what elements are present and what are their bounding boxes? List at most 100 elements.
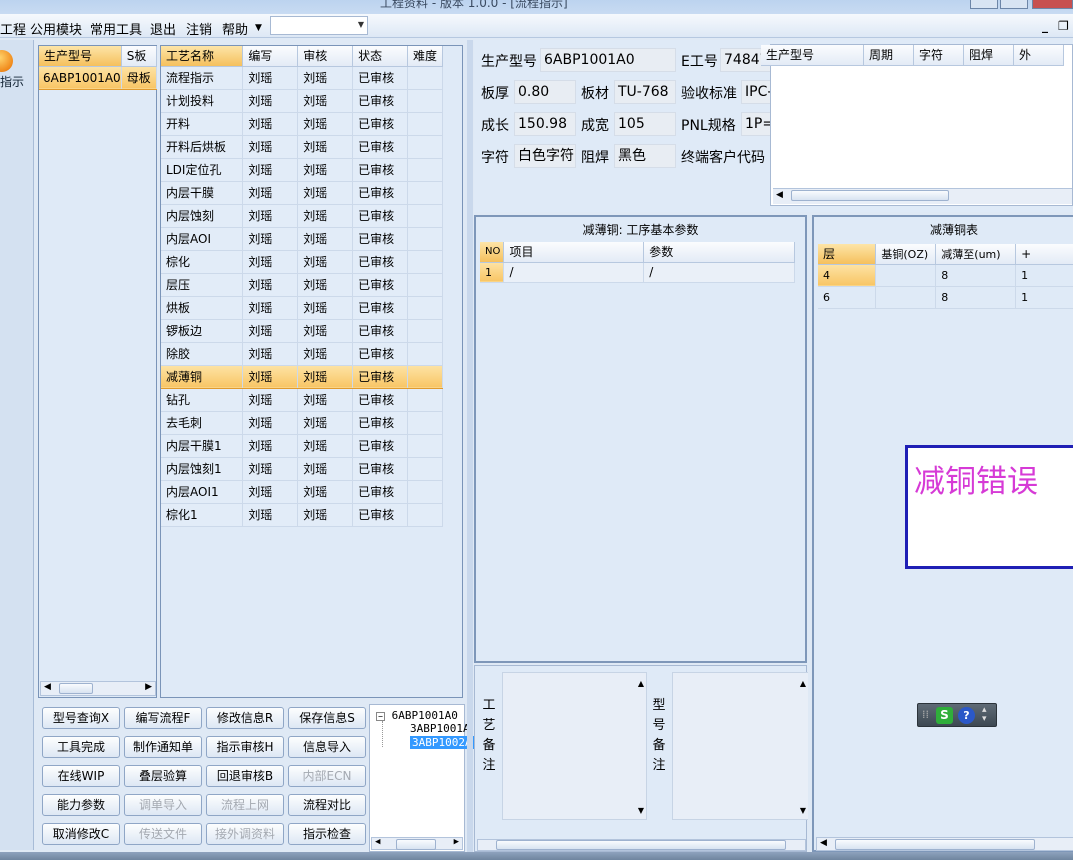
tree-root[interactable]: − 6ABP1001A0: [376, 709, 458, 722]
action-button[interactable]: 调单导入: [124, 794, 202, 816]
col-reviewer[interactable]: 审核: [297, 46, 354, 67]
process-cell-status[interactable]: 已审核: [352, 434, 409, 458]
process-row[interactable]: 内层AOI 刘瑶 刘瑶 已审核: [161, 227, 443, 251]
col-status[interactable]: 状态: [352, 46, 409, 67]
mdi-restore-icon[interactable]: ❐: [1058, 19, 1069, 33]
menu-help[interactable]: 帮助: [222, 19, 248, 38]
rg-scroll-thumb[interactable]: [791, 190, 949, 201]
process-cell-difficulty[interactable]: [407, 342, 443, 366]
mdi-minimize-icon[interactable]: _: [1042, 19, 1048, 33]
process-cell-difficulty[interactable]: [407, 112, 443, 136]
params-row[interactable]: 1 / /: [480, 262, 795, 283]
process-cell-difficulty[interactable]: [407, 388, 443, 412]
process-cell-status[interactable]: 已审核: [352, 319, 409, 343]
help-dropdown-arrow-icon[interactable]: ▼: [255, 23, 262, 33]
process-row[interactable]: 锣板边 刘瑶 刘瑶 已审核: [161, 319, 443, 343]
process-cell-writer[interactable]: 刘瑶: [242, 480, 299, 504]
action-button[interactable]: 信息导入: [288, 736, 366, 758]
tree-hscroll[interactable]: ◀ ▶: [371, 837, 463, 850]
action-button[interactable]: 修改信息R: [206, 707, 284, 729]
rg-col-cycle[interactable]: 周期: [863, 45, 914, 66]
process-row[interactable]: 减薄铜 刘瑶 刘瑶 已审核: [161, 364, 443, 389]
process-cell-process-name[interactable]: 内层AOI: [161, 227, 244, 251]
process-cell-process-name[interactable]: 除胶: [161, 342, 244, 366]
process-cell-process-name[interactable]: 棕化1: [161, 503, 244, 527]
model-memo-field[interactable]: ▲ ▼: [672, 672, 808, 820]
process-cell-writer[interactable]: 刘瑶: [242, 503, 299, 527]
col-writer[interactable]: 编写: [242, 46, 299, 67]
process-cell-process-name[interactable]: 去毛刺: [161, 411, 244, 435]
process-cell-reviewer[interactable]: 刘瑶: [297, 296, 354, 320]
process-cell-difficulty[interactable]: [407, 250, 443, 274]
process-cell-reviewer[interactable]: 刘瑶: [297, 457, 354, 481]
process-cell-difficulty[interactable]: [407, 181, 443, 205]
pm-scroll-up-icon[interactable]: ▲: [638, 679, 644, 688]
process-cell-difficulty[interactable]: [407, 66, 443, 90]
process-cell-difficulty[interactable]: [407, 434, 443, 458]
action-button[interactable]: 指示审核H: [206, 736, 284, 758]
process-cell-writer[interactable]: 刘瑶: [242, 135, 299, 159]
process-cell-difficulty[interactable]: [407, 158, 443, 182]
process-cell-reviewer[interactable]: 刘瑶: [297, 273, 354, 297]
process-cell-reviewer[interactable]: 刘瑶: [297, 158, 354, 182]
ime-updown-icon[interactable]: ▴ ▾: [982, 706, 987, 724]
ime-s-icon[interactable]: S: [936, 707, 953, 724]
process-cell-process-name[interactable]: 内层干膜: [161, 181, 244, 205]
process-cell-writer[interactable]: 刘瑶: [242, 342, 299, 366]
process-cell-process-name[interactable]: 内层蚀刻: [161, 204, 244, 228]
process-row[interactable]: LDI定位孔 刘瑶 刘瑶 已审核: [161, 158, 443, 182]
process-cell-process-name[interactable]: 锣板边: [161, 319, 244, 343]
scroll-left-icon[interactable]: ◀: [44, 682, 51, 692]
process-cell-status[interactable]: 已审核: [352, 457, 409, 481]
process-row[interactable]: 开料 刘瑶 刘瑶 已审核: [161, 112, 443, 136]
process-cell-writer[interactable]: 刘瑶: [242, 204, 299, 228]
action-button[interactable]: 取消修改C: [42, 823, 120, 845]
action-button[interactable]: 传送文件: [124, 823, 202, 845]
process-row[interactable]: 棕化1 刘瑶 刘瑶 已审核: [161, 503, 443, 527]
model-cell[interactable]: 6ABP1001A0: [39, 65, 122, 90]
model-list-hscroll[interactable]: ◀ ▶: [40, 681, 156, 696]
process-cell-writer[interactable]: 刘瑶: [242, 89, 299, 113]
copper-scroll-left-icon[interactable]: ◀: [820, 838, 827, 848]
process-cell-difficulty[interactable]: [407, 273, 443, 297]
copper-cell-layer[interactable]: 4: [818, 264, 877, 287]
process-row[interactable]: 棕化 刘瑶 刘瑶 已审核: [161, 250, 443, 274]
action-button[interactable]: 制作通知单: [124, 736, 202, 758]
process-cell-process-name[interactable]: 计划投料: [161, 89, 244, 113]
process-cell-difficulty[interactable]: [407, 319, 443, 343]
process-row[interactable]: 内层干膜1 刘瑶 刘瑶 已审核: [161, 434, 443, 458]
action-button[interactable]: 叠层验算: [124, 765, 202, 787]
process-cell-status[interactable]: 已审核: [352, 227, 409, 251]
minimize-window-button[interactable]: [970, 0, 998, 9]
params-col-value[interactable]: 参数: [643, 242, 795, 263]
right-grid-hscroll[interactable]: ◀: [773, 188, 1072, 204]
width-field[interactable]: 105: [614, 112, 676, 136]
copper-cell-plus[interactable]: 1: [1015, 264, 1073, 287]
scroll-right-icon[interactable]: ▶: [145, 682, 152, 692]
params-row-value[interactable]: /: [643, 262, 795, 283]
params-row-item[interactable]: /: [503, 262, 645, 283]
process-cell-process-name[interactable]: 内层干膜1: [161, 434, 244, 458]
rg-col-mask[interactable]: 阻焊: [963, 45, 1014, 66]
tree-scroll-left-icon[interactable]: ◀: [375, 837, 380, 847]
material-field[interactable]: TU-768: [614, 80, 676, 104]
process-cell-reviewer[interactable]: 刘瑶: [297, 342, 354, 366]
process-cell-status[interactable]: 已审核: [352, 89, 409, 113]
process-cell-status[interactable]: 已审核: [352, 342, 409, 366]
copper-col-thin[interactable]: 减薄至(um): [935, 244, 1017, 265]
process-cell-reviewer[interactable]: 刘瑶: [297, 388, 354, 412]
process-row[interactable]: 内层蚀刻 刘瑶 刘瑶 已审核: [161, 204, 443, 228]
process-cell-reviewer[interactable]: 刘瑶: [297, 66, 354, 90]
action-button[interactable]: 接外调资料: [206, 823, 284, 845]
col-type-header[interactable]: S板: [121, 46, 158, 67]
tree-child-1[interactable]: 3ABP1002A: [410, 736, 474, 749]
tree-collapse-icon[interactable]: −: [376, 712, 385, 721]
action-button[interactable]: 内部ECN: [288, 765, 366, 787]
thickness-field[interactable]: 0.80: [514, 80, 576, 104]
process-cell-reviewer[interactable]: 刘瑶: [297, 319, 354, 343]
process-cell-status[interactable]: 已审核: [352, 388, 409, 412]
copper-scroll-thumb[interactable]: [835, 839, 1035, 850]
process-cell-reviewer[interactable]: 刘瑶: [297, 181, 354, 205]
process-cell-writer[interactable]: 刘瑶: [242, 296, 299, 320]
process-cell-reviewer[interactable]: 刘瑶: [297, 135, 354, 159]
